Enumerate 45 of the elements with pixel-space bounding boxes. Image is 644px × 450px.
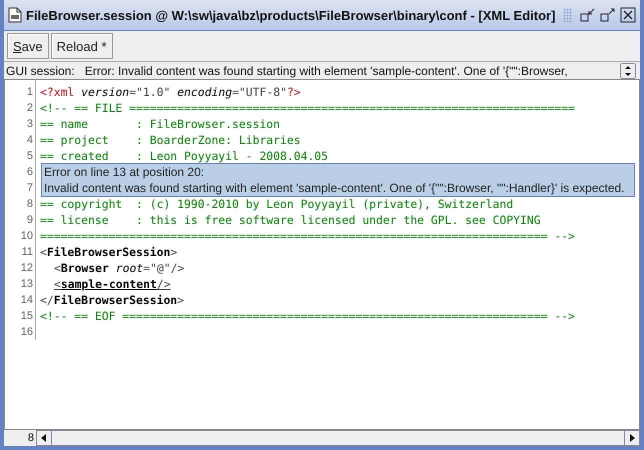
horizontal-scrollbar[interactable] bbox=[36, 430, 640, 446]
minimize-icon[interactable] bbox=[580, 7, 596, 23]
line-number: 2 bbox=[26, 101, 34, 116]
code-line: ========================================================================== --> bbox=[40, 228, 575, 244]
line-number: 9 bbox=[26, 213, 34, 228]
status-label: GUI session: bbox=[6, 64, 75, 78]
document-icon bbox=[8, 7, 22, 23]
line-number: 1 bbox=[26, 85, 34, 100]
code-line: <Browser root="@"/> bbox=[53, 260, 186, 276]
line-number: 14 bbox=[20, 293, 34, 308]
tooltip-title: Error on line 13 at position 20: bbox=[44, 164, 206, 180]
line-number: 6 bbox=[26, 165, 34, 180]
line-number: 15 bbox=[20, 309, 34, 324]
code-line: <FileBrowserSession> bbox=[40, 244, 178, 260]
code-line: == license : this is free software licensed under the GPL. see COPYING bbox=[40, 212, 542, 228]
save-button[interactable]: Save bbox=[7, 33, 49, 59]
code-editor[interactable] bbox=[4, 79, 640, 430]
code-line: <!-- == FILE ================================================================= bbox=[40, 100, 575, 116]
line-number: 10 bbox=[20, 229, 34, 244]
code-line: == project : BoarderZone: Libraries bbox=[40, 132, 302, 148]
code-line: <sample-content/> bbox=[53, 276, 172, 292]
status-message: Error: Invalid content was found starting with element 'sample-content'. One of '{"":Browser, bbox=[84, 64, 569, 78]
code-line: </FileBrowserSession> bbox=[40, 292, 186, 308]
code-line: <!-- == EOF ============================================================== --> bbox=[40, 308, 575, 324]
column-indicator: 8 bbox=[26, 431, 35, 446]
line-number: 5 bbox=[26, 149, 34, 164]
title-bar-grip bbox=[563, 8, 572, 22]
line-number: 11 bbox=[20, 245, 34, 260]
close-icon[interactable] bbox=[620, 7, 636, 23]
code-line: == copyright : (c) 1990-2010 by Leon Poyyayil (private), Switzerland bbox=[40, 196, 514, 212]
line-number: 12 bbox=[20, 261, 34, 276]
spinner-icon[interactable] bbox=[620, 62, 636, 78]
reload-button[interactable]: Reload * bbox=[50, 33, 113, 59]
code-line: <?xml version="1.0" encoding="UTF-8"?> bbox=[40, 84, 302, 100]
tooltip-message: Invalid content was found starting with element 'sample-content'. One of '{"":Browser, "":Handler}' is expected. bbox=[44, 180, 626, 196]
line-number: 4 bbox=[26, 133, 34, 148]
code-line: == name : FileBrowser.session bbox=[40, 116, 282, 132]
line-number: 16 bbox=[20, 325, 34, 340]
line-number: 7 bbox=[26, 181, 34, 196]
maximize-icon[interactable] bbox=[600, 7, 616, 23]
line-number: 13 bbox=[20, 277, 34, 292]
line-number: 3 bbox=[26, 117, 34, 132]
window-title: FileBrowser.session @ W:\sw\java\bz\products\FileBrowser\binary\conf - [XML Editor] bbox=[26, 8, 556, 22]
line-number: 8 bbox=[26, 197, 34, 212]
code-line: == created : Leon Poyyayil - 2008.04.05 bbox=[40, 148, 330, 164]
